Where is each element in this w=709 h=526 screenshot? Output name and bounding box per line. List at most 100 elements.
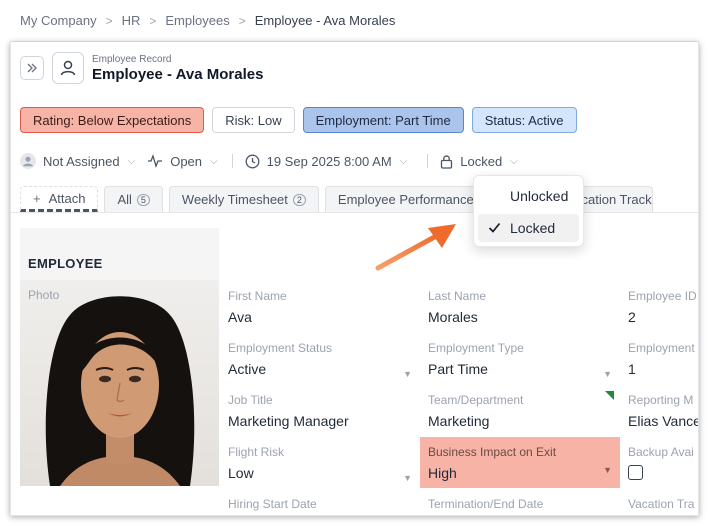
rating-chip[interactable]: Rating: Below Expectations	[20, 107, 205, 133]
business-impact-label: Business Impact on Exit	[428, 445, 557, 459]
employment-type-label: Employment Type	[428, 341, 524, 355]
meta-divider	[231, 154, 233, 168]
double-chevron-right-icon	[27, 63, 37, 73]
vacation-tracking-label: Vacation Tra	[628, 497, 695, 511]
breadcrumb-my-company[interactable]: My Company	[20, 13, 97, 28]
lock-selector[interactable]: Locked	[440, 154, 502, 169]
team-department-field[interactable]: Team/Department Marketing	[428, 391, 614, 429]
section-title: EMPLOYEE	[28, 256, 103, 271]
first-name-value: Ava	[228, 309, 252, 325]
flight-risk-label: Flight Risk	[228, 445, 285, 459]
backup-available-checkbox[interactable]	[628, 465, 643, 480]
tab-employee-performance-label: Employee Performance R	[337, 192, 487, 207]
breadcrumb-hr[interactable]: HR	[122, 13, 141, 28]
hiring-start-date-field[interactable]: Hiring Start Date	[228, 497, 412, 511]
business-impact-value: High	[428, 465, 457, 481]
tab-weekly-timesheet[interactable]: Weekly Timesheet 2	[168, 186, 319, 212]
tab-attach[interactable]: + Attach	[20, 186, 99, 212]
employee-id-value: 2	[628, 309, 636, 325]
dropdown-caret-icon[interactable]: ▼	[603, 465, 612, 475]
employment-type-field[interactable]: Employment Type Part Time ▼	[428, 341, 612, 379]
risk-chip[interactable]: Risk: Low	[212, 107, 295, 133]
chevron-right-icon: >	[105, 13, 113, 28]
option-label: Locked	[510, 220, 556, 236]
employment-field[interactable]: Employment 1	[628, 341, 698, 377]
plus-icon: +	[33, 190, 41, 206]
tab-all-label: All	[117, 192, 132, 207]
option-label: Unlocked	[510, 188, 569, 204]
team-department-value: Marketing	[428, 413, 490, 429]
last-name-label: Last Name	[428, 289, 487, 303]
job-title-field[interactable]: Job Title Marketing Manager	[228, 393, 412, 429]
status-chip[interactable]: Status: Active	[471, 107, 577, 133]
status-chips: Rating: Below Expectations Risk: Low Emp…	[20, 107, 577, 133]
breadcrumb-employees[interactable]: Employees	[165, 13, 229, 28]
datetime-label: 19 Sep 2025 8:00 AM	[266, 153, 392, 169]
job-title-label: Job Title	[228, 393, 273, 407]
team-department-label: Team/Department	[428, 393, 524, 407]
employment-chip[interactable]: Employment: Part Time	[302, 107, 464, 133]
activity-icon	[148, 154, 163, 168]
clock-icon	[245, 154, 260, 168]
termination-end-date-field[interactable]: Termination/End Date	[428, 497, 612, 511]
job-title-value: Marketing Manager	[228, 413, 349, 429]
dropdown-caret-icon[interactable]: ▼	[403, 369, 412, 379]
annotation-arrow-icon	[375, 224, 456, 271]
record-type: Employee Record	[92, 53, 172, 65]
reporting-manager-value: Elias Vance	[628, 413, 698, 429]
backup-available-label: Backup Avai	[628, 445, 694, 459]
employee-photo[interactable]: Photo	[20, 280, 219, 486]
user-icon	[52, 52, 84, 84]
tab-weekly-timesheet-label: Weekly Timesheet	[181, 192, 288, 207]
tab-attach-label: Attach	[48, 190, 86, 206]
first-name-field[interactable]: First Name Ava	[228, 289, 412, 325]
employee-card: EMPLOYEE Photo	[20, 228, 219, 486]
tab-all[interactable]: All 5	[104, 186, 163, 212]
employee-id-label: Employee ID	[628, 289, 697, 303]
lock-label: Locked	[460, 153, 503, 169]
count-badge: 2	[292, 193, 306, 206]
lock-dropdown-menu: Unlocked Locked	[473, 175, 584, 247]
datetime-selector[interactable]: 19 Sep 2025 8:00 AM	[245, 154, 392, 169]
meta-divider	[427, 154, 429, 168]
employment-status-field[interactable]: Employment Status Active ▼	[228, 341, 412, 379]
reporting-manager-label: Reporting M	[628, 393, 694, 407]
chevron-down-icon[interactable]: ⌵	[128, 156, 136, 167]
employment-type-value: Part Time	[428, 361, 488, 377]
business-impact-field[interactable]: Business Impact on Exit High ▼	[420, 437, 620, 488]
last-name-field[interactable]: Last Name Morales	[428, 289, 612, 325]
photo-label: Photo	[28, 288, 60, 302]
dropdown-caret-icon[interactable]: ▼	[603, 369, 612, 379]
assignee-selector[interactable]: Not Assigned	[20, 153, 120, 169]
avatar-icon	[20, 153, 36, 169]
tabs-divider	[10, 212, 699, 213]
expand-panel-button[interactable]	[20, 56, 44, 80]
record-header: Employee Record Employee - Ava Morales	[20, 52, 263, 84]
breadcrumb: My Company > HR > Employees > Employee -…	[10, 0, 699, 42]
meta-row: Not Assigned ⌵ Open ⌵ 19 Sep 2025 8:00 A…	[20, 151, 526, 171]
dropdown-option-unlocked[interactable]: Unlocked	[478, 182, 579, 210]
vacation-tracking-field[interactable]: Vacation Tra	[628, 497, 698, 511]
chevron-down-icon[interactable]: ⌵	[400, 156, 408, 167]
state-selector[interactable]: Open	[147, 154, 202, 169]
first-name-label: First Name	[228, 289, 287, 303]
employee-id-field[interactable]: Employee ID 2	[628, 289, 698, 325]
assignee-label: Not Assigned	[43, 153, 120, 169]
flight-risk-field[interactable]: Flight Risk Low ▼	[228, 445, 412, 483]
page-title: Employee - Ava Morales	[92, 65, 264, 83]
chevron-right-icon: >	[238, 13, 246, 28]
dropdown-caret-icon[interactable]: ▼	[403, 473, 412, 483]
reporting-manager-field[interactable]: Reporting M Elias Vance	[628, 393, 698, 429]
chevron-right-icon: >	[149, 13, 157, 28]
linked-field-marker	[605, 391, 614, 400]
chevron-down-icon[interactable]: ⌵	[510, 156, 518, 167]
employment-label: Employment	[628, 341, 695, 355]
chevron-down-icon[interactable]: ⌵	[210, 156, 218, 167]
checkmark-icon	[488, 222, 501, 233]
last-name-value: Morales	[428, 309, 478, 325]
employment-status-value: Active	[228, 361, 267, 377]
dropdown-option-locked[interactable]: Locked	[478, 214, 579, 242]
termination-end-date-label: Termination/End Date	[428, 497, 544, 511]
backup-available-field[interactable]: Backup Avai	[628, 445, 698, 480]
hiring-start-date-label: Hiring Start Date	[228, 497, 317, 511]
